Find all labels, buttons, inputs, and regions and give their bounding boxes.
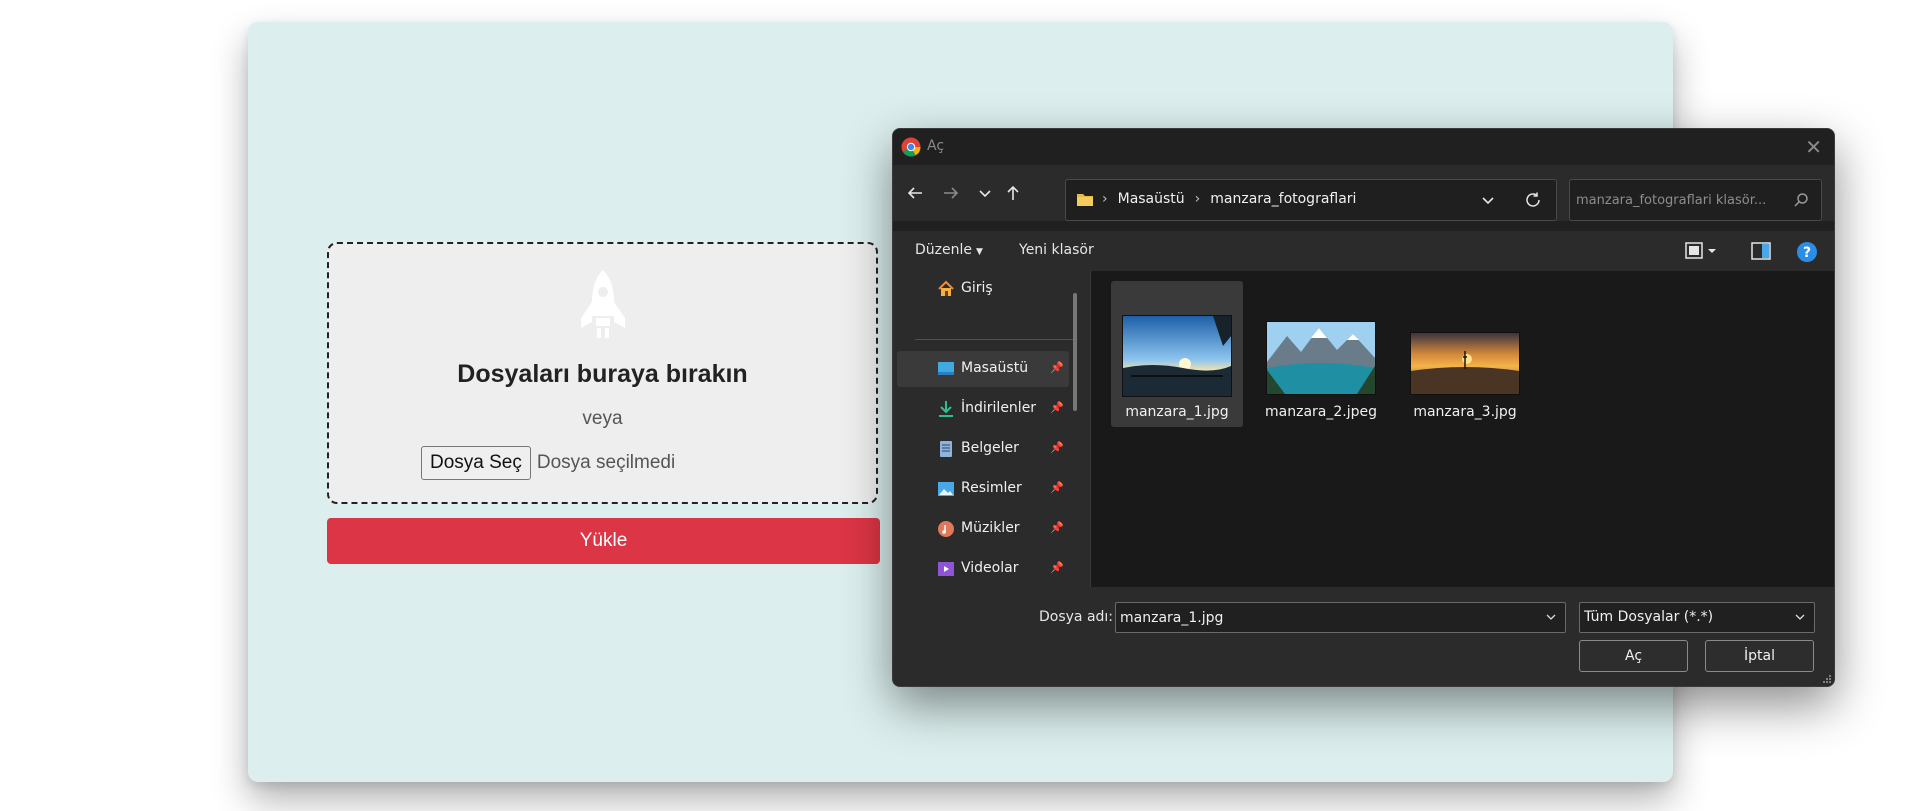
sidebar-item-music[interactable]: Müzikler 📌 — [897, 511, 1069, 547]
dialog-title: Aç — [927, 138, 945, 154]
rocket-icon — [581, 270, 625, 338]
file-name: manzara_1.jpg — [1125, 404, 1229, 420]
breadcrumb-folder[interactable]: manzara_fotograflari — [1210, 191, 1356, 207]
image-thumbnail — [1410, 332, 1520, 395]
view-options-icon[interactable] — [1684, 241, 1718, 261]
videos-icon — [938, 562, 954, 576]
navigation-bar: › Masaüstü › manzara_fotograflari — [893, 165, 1834, 221]
pin-icon[interactable]: 📌 — [1050, 481, 1064, 494]
navigation-pane: Giriş Masaüstü 📌 İndirilenler 📌 Belgeler… — [893, 271, 1091, 587]
breadcrumb: › Masaüstü › manzara_fotograflari — [1102, 191, 1356, 207]
up-icon[interactable] — [999, 179, 1027, 207]
filetype-select[interactable]: Tüm Dosyalar (*.*) — [1579, 602, 1815, 633]
sidebar-item-pictures[interactable]: Resimler 📌 — [897, 471, 1069, 507]
close-icon[interactable]: ✕ — [1805, 135, 1822, 159]
recent-locations-icon[interactable] — [971, 179, 999, 207]
sidebar-item-label: Videolar — [961, 560, 1019, 576]
file-input: Dosya Seç Dosya seçilmedi — [421, 446, 675, 480]
sidebar-item-label: Resimler — [961, 480, 1022, 496]
refresh-icon[interactable] — [1524, 191, 1542, 209]
dialog-titlebar: Aç ✕ — [893, 129, 1834, 165]
documents-icon — [940, 441, 952, 457]
sidebar-item-label: İndirilenler — [961, 400, 1037, 416]
image-thumbnail — [1266, 321, 1376, 395]
download-icon — [939, 401, 953, 417]
sidebar-divider — [915, 339, 1077, 340]
pin-icon[interactable]: 📌 — [1050, 441, 1064, 454]
new-folder-button[interactable]: Yeni klasör — [1019, 242, 1094, 258]
pin-icon[interactable]: 📌 — [1050, 521, 1064, 534]
pictures-icon — [938, 482, 954, 496]
dialog-toolbar: Düzenle ▼ Yeni klasör ? — [893, 231, 1834, 271]
sidebar-scrollbar[interactable] — [1073, 293, 1077, 411]
chrome-icon — [901, 137, 921, 157]
cancel-button[interactable]: İptal — [1705, 640, 1814, 672]
music-icon — [938, 521, 954, 537]
chevron-down-icon[interactable] — [1545, 611, 1557, 623]
search-input[interactable] — [1570, 180, 1780, 220]
help-icon[interactable]: ? — [1796, 241, 1818, 263]
file-status-text: Dosya seçilmedi — [536, 452, 676, 473]
sidebar-item-label: Masaüstü — [961, 360, 1029, 376]
filename-label: Dosya adı: — [1039, 609, 1114, 625]
file-name: manzara_3.jpg — [1413, 404, 1517, 420]
sidebar-item-label: Müzikler — [961, 520, 1020, 536]
sidebar-item-label: Belgeler — [961, 440, 1019, 456]
breadcrumb-separator: › — [1102, 191, 1108, 207]
file-item[interactable]: manzara_2.jpeg — [1255, 281, 1387, 427]
filetype-value: Tüm Dosyalar (*.*) — [1584, 609, 1714, 625]
organize-menu[interactable]: Düzenle ▼ — [915, 242, 983, 258]
sidebar-item-downloads[interactable]: İndirilenler 📌 — [897, 391, 1069, 427]
sidebar-item-desktop[interactable]: Masaüstü 📌 — [897, 351, 1069, 387]
back-icon[interactable] — [901, 179, 929, 207]
resize-grip-icon[interactable] — [1822, 674, 1832, 684]
sidebar-item-videos[interactable]: Videolar 📌 — [897, 551, 1069, 587]
sidebar-item-label: Giriş — [961, 280, 993, 296]
file-item[interactable]: manzara_3.jpg — [1399, 281, 1531, 427]
svg-text:?: ? — [1803, 245, 1811, 261]
sidebar-item-documents[interactable]: Belgeler 📌 — [897, 431, 1069, 467]
sidebar-item-home[interactable]: Giriş — [897, 271, 1069, 307]
or-text: veya — [582, 408, 623, 429]
filename-combobox — [1115, 602, 1566, 633]
preview-pane-icon[interactable] — [1751, 241, 1771, 261]
dialog-footer: Dosya adı: Tüm Dosyalar (*.*) Aç İptal — [893, 587, 1834, 686]
folder-icon — [1077, 194, 1093, 206]
breadcrumb-desktop[interactable]: Masaüstü — [1118, 191, 1185, 207]
open-button[interactable]: Aç — [1579, 640, 1688, 672]
chevron-down-icon — [1795, 614, 1805, 620]
pin-icon[interactable]: 📌 — [1050, 401, 1064, 414]
file-name: manzara_2.jpeg — [1265, 404, 1377, 420]
file-list: manzara_1.jpg manzara_2.jpeg manzara_3.j… — [1091, 271, 1834, 587]
chevron-down-icon[interactable] — [1480, 192, 1496, 208]
file-open-dialog: Aç ✕ › Masaüstü › manzara_fotograflari m… — [892, 128, 1835, 687]
pin-icon[interactable]: 📌 — [1050, 561, 1064, 574]
organize-label: Düzenle — [915, 242, 972, 258]
search-box — [1569, 179, 1822, 221]
pin-icon[interactable]: 📌 — [1050, 361, 1064, 374]
forward-icon[interactable] — [937, 179, 965, 207]
breadcrumb-separator: › — [1194, 191, 1201, 207]
dropzone[interactable]: Dosyaları buraya bırakın veya Dosya Seç … — [327, 242, 878, 504]
dropzone-title: Dosyaları buraya bırakın — [457, 360, 748, 388]
file-item[interactable]: manzara_1.jpg — [1111, 281, 1243, 427]
address-bar[interactable]: › Masaüstü › manzara_fotograflari — [1065, 179, 1557, 221]
upload-button[interactable]: Yükle — [327, 518, 880, 564]
search-icon — [1794, 193, 1808, 207]
desktop-icon — [938, 362, 954, 375]
home-icon — [938, 280, 954, 296]
image-thumbnail — [1122, 315, 1232, 397]
filename-input[interactable] — [1116, 603, 1536, 632]
caret-down-icon: ▼ — [976, 247, 983, 257]
choose-file-button[interactable]: Dosya Seç — [421, 446, 531, 480]
